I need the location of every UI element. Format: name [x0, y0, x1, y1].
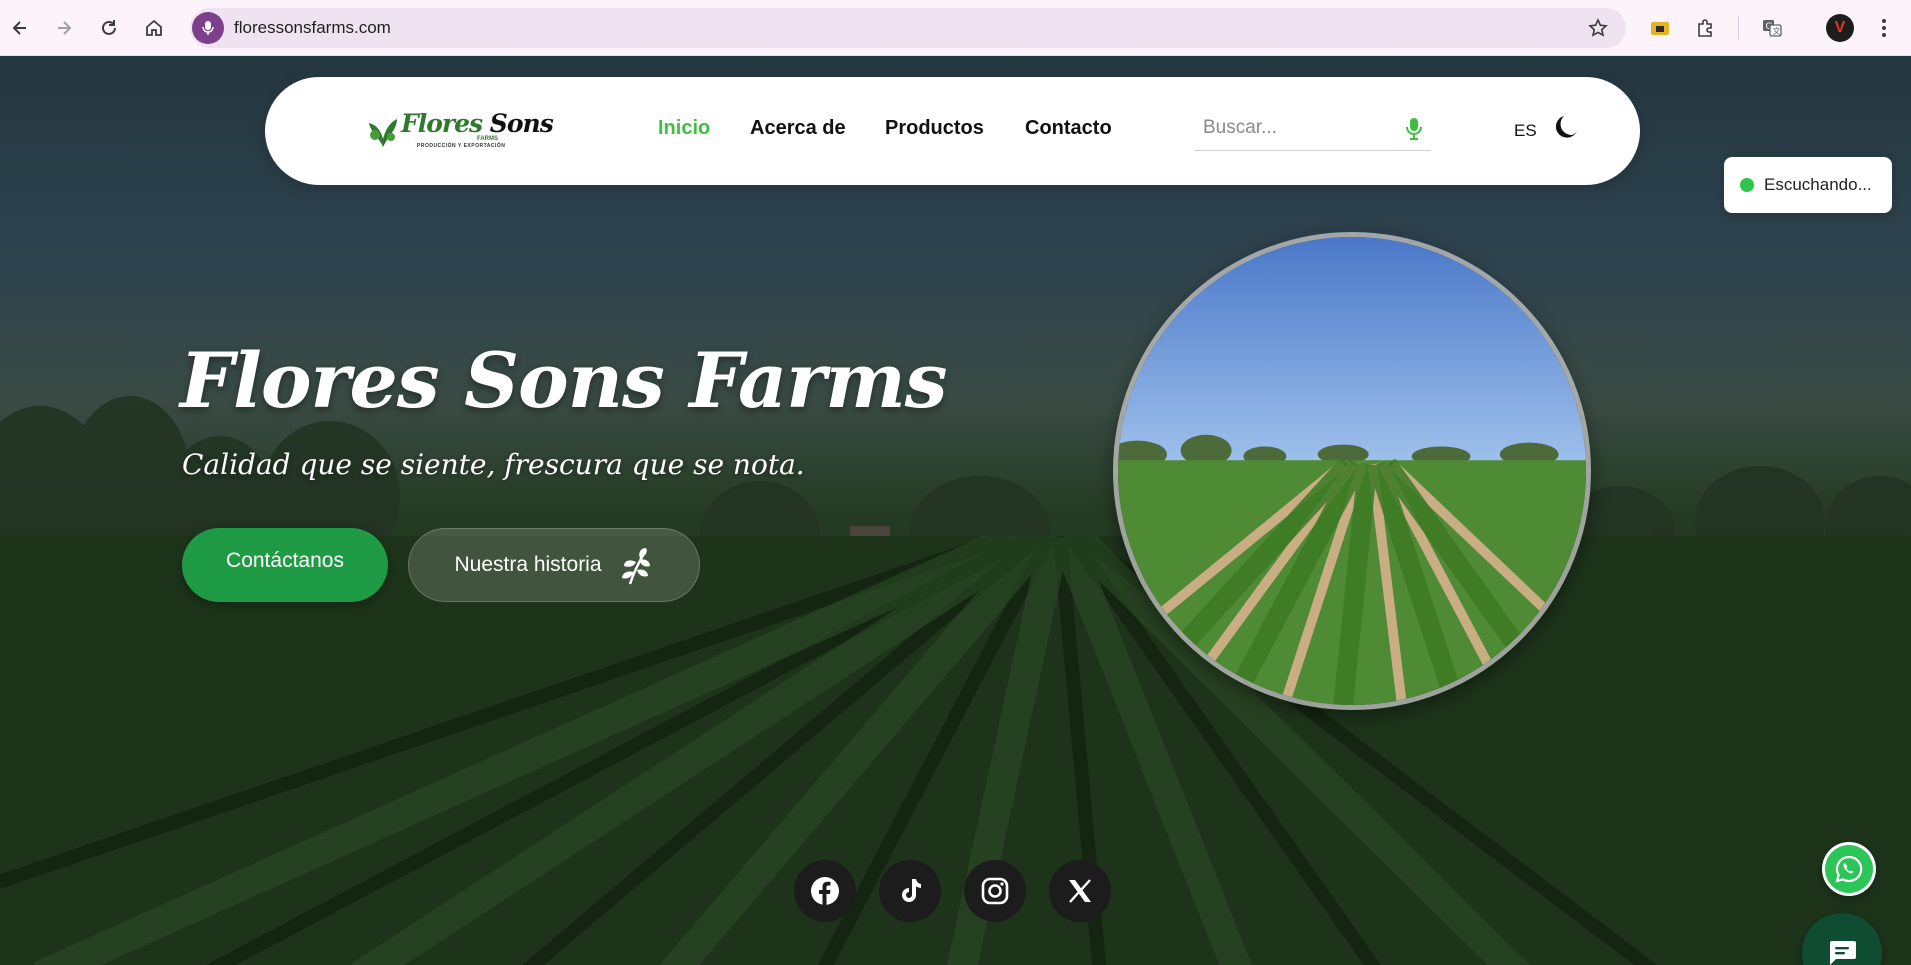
chat-bubble-icon	[1830, 941, 1856, 965]
reload-icon	[102, 20, 116, 35]
site-logo[interactable]: Flores Sons FARMS PRODUCCIÓN Y EXPORTACI…	[365, 109, 554, 153]
reload-button[interactable]	[93, 12, 125, 44]
nav-link-productos[interactable]: Productos	[885, 117, 984, 140]
svg-text:文: 文	[1773, 26, 1781, 36]
logo-sons: Sons	[489, 109, 554, 138]
browser-toolbar: floressonsfarms.com G文 V	[0, 0, 1911, 56]
extension-folder-icon	[1651, 22, 1669, 35]
moon-icon[interactable]	[1552, 113, 1580, 141]
home-icon	[146, 19, 162, 36]
tiktok-link[interactable]	[879, 860, 941, 922]
hero-tagline: Calidad que se siente, frescura que se n…	[182, 448, 805, 481]
profile-avatar[interactable]: V	[1826, 14, 1854, 42]
nav-link-acerca-de[interactable]: Acerca de	[750, 117, 846, 140]
leaf-logo-icon	[369, 119, 397, 147]
toolbar-divider	[1738, 16, 1739, 40]
search-input[interactable]	[1195, 107, 1385, 149]
hero-section: Flores Sons FARMS PRODUCCIÓN Y EXPORTACI…	[0, 56, 1911, 965]
nav-link-contacto[interactable]: Contacto	[1025, 117, 1112, 140]
site-search	[1195, 107, 1431, 151]
translate-icon: G文	[1763, 20, 1782, 37]
forward-icon	[58, 21, 72, 35]
back-icon	[12, 21, 26, 35]
voice-search-button[interactable]	[192, 12, 224, 44]
x-icon	[1069, 879, 1091, 903]
our-history-button[interactable]: Nuestra historia	[408, 528, 700, 602]
facebook-link[interactable]	[794, 860, 856, 922]
instagram-link[interactable]	[964, 860, 1026, 922]
site-navbar: Flores Sons FARMS PRODUCCIÓN Y EXPORTACI…	[265, 77, 1640, 185]
logo-farms: FARMS	[477, 136, 498, 142]
facebook-icon	[811, 877, 839, 905]
menu-icon	[1882, 19, 1886, 37]
mic-icon[interactable]	[1405, 117, 1423, 141]
home-button[interactable]	[138, 12, 170, 44]
instagram-icon	[981, 877, 1009, 905]
sprout-icon	[621, 548, 650, 585]
puzzle-icon	[1698, 19, 1712, 37]
translate-button[interactable]: G文	[1758, 14, 1786, 42]
logo-flores: Flores	[401, 109, 483, 138]
voice-listening-badge: Escuchando...	[1724, 157, 1892, 213]
our-history-label: Nuestra historia	[454, 553, 602, 576]
logo-tagline: PRODUCCIÓN Y EXPORTACIÓN	[417, 143, 506, 149]
star-icon[interactable]	[1588, 18, 1608, 38]
mic-icon	[202, 21, 214, 35]
whatsapp-button[interactable]	[1822, 842, 1876, 896]
nav-link-inicio[interactable]: Inicio	[658, 117, 710, 140]
listening-indicator-dot	[1740, 178, 1754, 192]
url-text: floressonsfarms.com	[234, 18, 391, 37]
language-toggle[interactable]: ES	[1514, 121, 1537, 141]
address-bar[interactable]: floressonsfarms.com	[190, 8, 1626, 48]
x-link[interactable]	[1049, 860, 1111, 922]
logo-wordmark: Flores Sons	[401, 109, 554, 138]
listening-label: Escuchando...	[1764, 175, 1872, 194]
hero-title: Flores Sons Farms	[180, 336, 948, 425]
farm-field-image	[1113, 232, 1591, 710]
extension-folder-button[interactable]	[1646, 14, 1674, 42]
back-button[interactable]	[4, 12, 36, 44]
browser-menu-button[interactable]	[1870, 14, 1898, 42]
tiktok-icon	[902, 879, 921, 902]
contact-button[interactable]: Contáctanos	[182, 528, 388, 602]
extensions-button[interactable]	[1692, 14, 1720, 42]
hero-overlay	[0, 56, 1911, 965]
whatsapp-icon	[1825, 845, 1873, 893]
forward-button[interactable]	[48, 12, 80, 44]
